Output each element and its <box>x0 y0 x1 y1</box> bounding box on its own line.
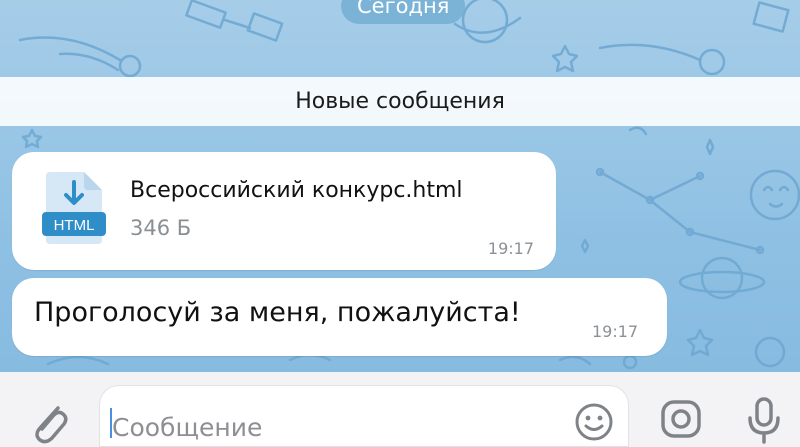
message-input-placeholder: Сообщение <box>112 413 263 442</box>
date-separator: Сегодня <box>341 0 466 24</box>
message-time: 19:17 <box>487 239 534 258</box>
message-composer: Сообщение <box>0 372 800 447</box>
camera-icon[interactable] <box>660 399 702 439</box>
file-size: 346 Б <box>130 216 192 240</box>
html-file-icon[interactable]: HTML <box>42 168 106 248</box>
message-input[interactable]: Сообщение <box>99 385 629 447</box>
file-name[interactable]: Всероссийский конкурс.html <box>130 178 463 203</box>
text-message-bubble[interactable]: Проголосуй за меня, пожалуйста! 19:17 <box>12 278 667 356</box>
new-messages-banner: Новые сообщения <box>0 77 800 126</box>
emoji-icon[interactable] <box>574 402 614 442</box>
message-text: Проголосуй за меня, пожалуйста! <box>34 297 521 328</box>
file-type-badge: HTML <box>54 217 95 234</box>
paperclip-icon[interactable] <box>28 398 70 444</box>
microphone-icon[interactable] <box>746 396 782 444</box>
chat-screen: Сегодня Новые сообщения HTML Всероссийск… <box>0 0 800 447</box>
file-message-bubble[interactable]: HTML Всероссийский конкурс.html 346 Б 19… <box>12 152 556 270</box>
message-time: 19:17 <box>592 322 639 341</box>
